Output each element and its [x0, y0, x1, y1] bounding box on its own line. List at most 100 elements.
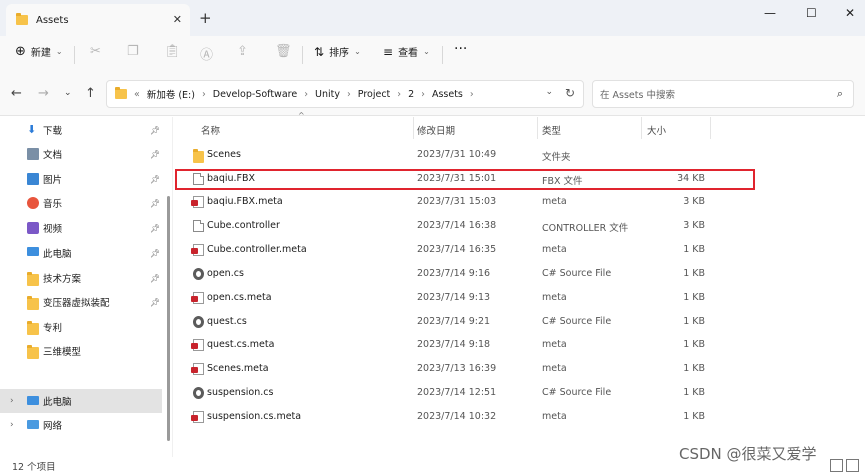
back-arrow-icon[interactable]: ←: [11, 86, 22, 101]
file-row[interactable]: quest.cs 2023/7/14 9:21 C# Source File 1…: [173, 310, 865, 334]
tree-item-network[interactable]: › 网络: [0, 413, 162, 437]
breadcrumb-unity[interactable]: Unity: [315, 89, 340, 100]
file-name: suspension.cs: [207, 387, 274, 398]
pin-icon[interactable]: 📌︎: [150, 199, 160, 208]
sidebar-item-label: 音乐: [43, 199, 63, 210]
breadcrumb-assets[interactable]: Assets: [432, 89, 463, 100]
close-window-button[interactable]: ✕: [845, 6, 855, 20]
overflow-crumb[interactable]: «: [134, 89, 140, 100]
pin-icon[interactable]: 📌︎: [150, 249, 160, 258]
file-row[interactable]: Cube.controller 2023/7/14 16:38 CONTROLL…: [173, 214, 865, 238]
tree-item-label: 网络: [43, 421, 63, 432]
column-header-name[interactable]: 名称: [201, 123, 220, 137]
pin-icon[interactable]: 📌︎: [150, 150, 160, 159]
tree-item-this-pc[interactable]: › 此电脑: [0, 389, 162, 413]
sidebar-item-label: 专利: [43, 323, 63, 334]
sidebar-item-3d-models[interactable]: 三维模型: [0, 339, 162, 363]
address-bar[interactable]: « 新加卷 (E:) › Develop-Software › Unity › …: [106, 80, 584, 108]
sidebar-item-this-pc[interactable]: 此电脑 📌︎: [0, 241, 162, 265]
download-icon: ⬇: [27, 123, 37, 136]
breadcrumb-project[interactable]: Project: [358, 89, 391, 100]
search-box[interactable]: 在 Assets 中搜索 ⌕: [592, 80, 854, 108]
minimize-button[interactable]: —: [764, 6, 776, 20]
maximize-button[interactable]: ☐: [806, 6, 817, 20]
more-options-button[interactable]: ···: [454, 41, 467, 57]
new-button[interactable]: ⊕ 新建 ⌄: [15, 44, 63, 59]
watermark: CSDN @很菜又爱学: [679, 445, 817, 463]
file-row[interactable]: suspension.cs.meta 2023/7/14 10:32 meta …: [173, 405, 865, 429]
file-icon: [193, 220, 204, 232]
breadcrumb-2[interactable]: 2: [408, 89, 414, 100]
paste-icon[interactable]: 📋︎: [164, 44, 181, 59]
file-row[interactable]: open.cs 2023/7/14 9:16 C# Source File 1 …: [173, 262, 865, 286]
column-divider[interactable]: [537, 117, 538, 139]
pin-icon[interactable]: 📌︎: [150, 224, 160, 233]
copy-icon[interactable]: ❐: [127, 44, 139, 59]
chevron-right-icon[interactable]: ›: [202, 89, 206, 100]
file-row[interactable]: Cube.controller.meta 2023/7/14 16:35 met…: [173, 238, 865, 262]
new-label: 新建: [30, 48, 51, 59]
file-row[interactable]: baqiu.FBX 2023/7/31 15:01 FBX 文件 34 KB: [173, 167, 865, 191]
chevron-right-icon[interactable]: ›: [10, 396, 14, 406]
view-button[interactable]: ≡ 查看 ⌄: [383, 44, 430, 60]
meta-icon: [191, 196, 204, 208]
sidebar-item-downloads[interactable]: ⬇ 下载 📌︎: [0, 118, 162, 142]
new-tab-button[interactable]: +: [199, 9, 212, 27]
column-header-size[interactable]: 大小: [647, 123, 666, 137]
rename-icon[interactable]: Ⓐ: [200, 44, 213, 63]
folder-icon: [27, 345, 39, 359]
pin-icon[interactable]: 📌︎: [150, 126, 160, 135]
forward-arrow-icon[interactable]: →: [38, 86, 49, 101]
sidebar-item-tech-plan[interactable]: 技术方案 📌︎: [0, 266, 162, 290]
cut-icon[interactable]: ✂: [90, 44, 101, 59]
file-row[interactable]: suspension.cs 2023/7/14 12:51 C# Source …: [173, 381, 865, 405]
column-divider[interactable]: [641, 117, 642, 139]
column-header-type[interactable]: 类型: [542, 123, 561, 137]
file-name: open.cs: [207, 268, 244, 279]
column-header-date[interactable]: 修改日期: [417, 123, 455, 137]
sort-button[interactable]: ⇅ 排序 ⌄: [314, 44, 361, 60]
file-row[interactable]: open.cs.meta 2023/7/14 9:13 meta 1 KB: [173, 286, 865, 310]
pin-icon[interactable]: 📌︎: [150, 175, 160, 184]
file-row[interactable]: Scenes 2023/7/31 10:49 文件夹: [173, 143, 865, 167]
chevron-right-icon[interactable]: ›: [421, 89, 425, 100]
breadcrumb-develop-software[interactable]: Develop-Software: [213, 89, 297, 100]
tiles-view-button[interactable]: [846, 459, 859, 472]
sidebar-item-transformer-assembly[interactable]: 变压器虚拟装配 📌︎: [0, 290, 162, 314]
sidebar-item-patent[interactable]: 专利: [0, 315, 162, 339]
file-type: C# Source File: [542, 268, 612, 279]
sidebar-scrollbar[interactable]: [167, 196, 170, 441]
details-view-button[interactable]: [830, 459, 843, 472]
sidebar-item-pictures[interactable]: 图片 📌︎: [0, 167, 162, 191]
file-row[interactable]: quest.cs.meta 2023/7/14 9:18 meta 1 KB: [173, 333, 865, 357]
pin-icon[interactable]: 📌︎: [150, 274, 160, 283]
chevron-right-icon[interactable]: ›: [397, 89, 401, 100]
close-tab-icon[interactable]: ✕: [173, 13, 182, 26]
sidebar-item-music[interactable]: 音乐 📌︎: [0, 191, 162, 215]
chevron-right-icon[interactable]: ›: [10, 420, 14, 430]
file-date: 2023/7/14 16:35: [417, 244, 497, 255]
refresh-icon[interactable]: ↻: [565, 86, 575, 100]
recent-chevron-icon[interactable]: ⌄: [64, 88, 72, 98]
chevron-down-icon: ⌄: [354, 47, 361, 56]
file-date: 2023/7/14 10:32: [417, 411, 497, 422]
share-icon[interactable]: ⇪: [237, 44, 248, 59]
up-arrow-icon[interactable]: ↑: [85, 86, 96, 101]
pin-icon[interactable]: 📌︎: [150, 298, 160, 307]
chevron-right-icon[interactable]: ›: [347, 89, 351, 100]
file-size: 1 KB: [683, 339, 705, 350]
file-row[interactable]: Scenes.meta 2023/7/13 16:39 meta 1 KB: [173, 357, 865, 381]
sidebar-item-videos[interactable]: 视频 📌︎: [0, 216, 162, 240]
delete-icon[interactable]: 🗑︎: [275, 44, 292, 59]
file-row[interactable]: baqiu.FBX.meta 2023/7/31 15:03 meta 3 KB: [173, 190, 865, 214]
address-history-chevron-icon[interactable]: ⌄: [545, 87, 553, 97]
column-divider[interactable]: [413, 117, 414, 139]
documents-icon: [27, 148, 39, 160]
sidebar-item-documents[interactable]: 文档 📌︎: [0, 142, 162, 166]
chevron-right-icon[interactable]: ›: [470, 89, 474, 100]
chevron-down-icon: ⌄: [423, 47, 430, 56]
breadcrumb-drive[interactable]: 新加卷 (E:): [147, 87, 195, 101]
tab-assets[interactable]: Assets ✕: [6, 4, 190, 36]
column-divider[interactable]: [710, 117, 711, 139]
chevron-right-icon[interactable]: ›: [304, 89, 308, 100]
